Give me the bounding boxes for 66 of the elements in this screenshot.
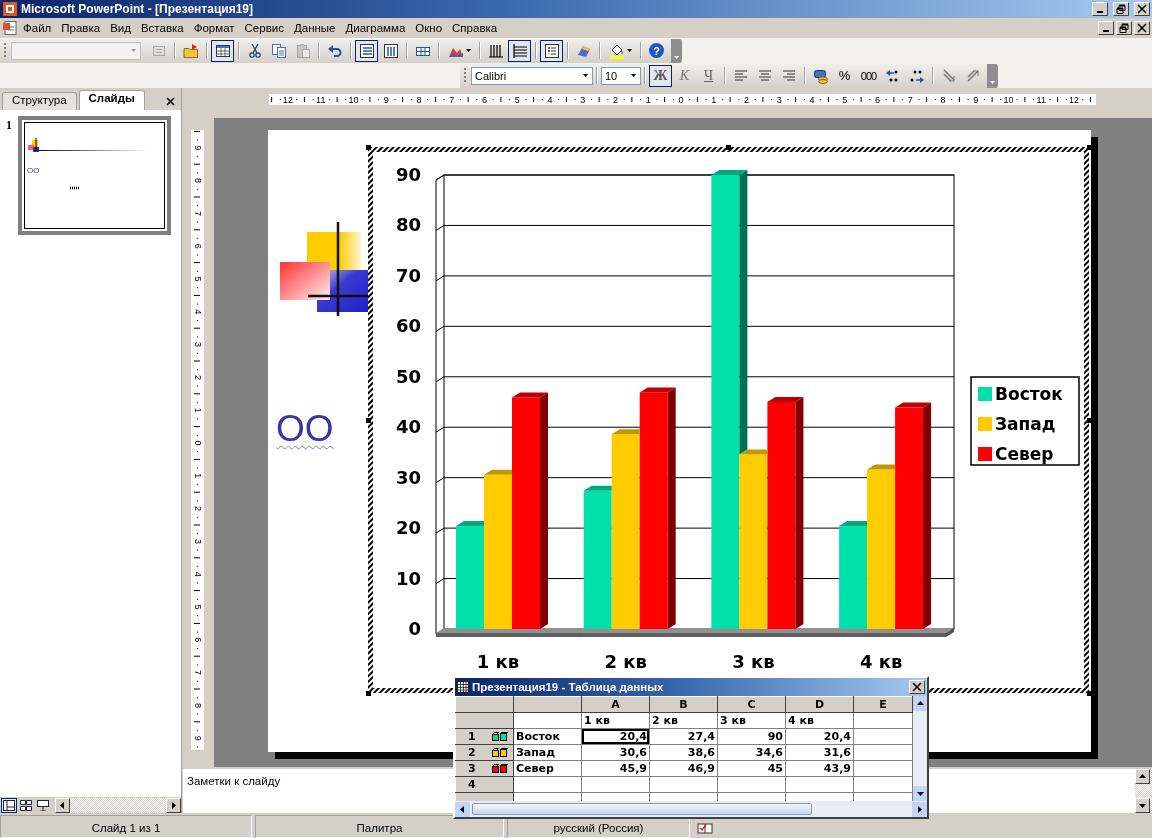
axis-label: 90 xyxy=(395,164,421,185)
ruler-number: 7 xyxy=(192,670,203,676)
axis-label: 0 xyxy=(408,618,421,639)
axis-label: 80 xyxy=(395,214,421,236)
ruler-number: 5 xyxy=(192,604,203,610)
ruler-number: 7 xyxy=(192,210,203,216)
ruler-number: 8 xyxy=(192,178,203,184)
axis-label: 40 xyxy=(395,416,421,438)
ruler-number: 6 xyxy=(482,95,487,105)
ruler-number: 1 xyxy=(192,473,203,479)
ruler-number: 6 xyxy=(192,637,203,643)
ruler-number: 5 xyxy=(842,95,848,105)
ruler-number: 8 xyxy=(192,702,203,708)
ruler-number: 9 xyxy=(192,145,203,151)
ruler-number: 5 xyxy=(192,276,203,282)
ruler-number: 8 xyxy=(940,95,946,105)
axis-label: 20 xyxy=(395,517,421,539)
axis-label: 10 xyxy=(395,567,421,589)
ruler-number: 8 xyxy=(416,95,422,105)
ruler-number: 4 xyxy=(809,95,815,105)
legend-label: Запад xyxy=(995,414,1056,434)
ruler-number: 4 xyxy=(547,95,553,105)
ruler-number: 2 xyxy=(192,506,203,512)
ruler-number: 7 xyxy=(449,95,455,105)
ruler-number: 3 xyxy=(776,95,782,105)
ruler-number: 4 xyxy=(192,571,203,577)
ruler-number: 3 xyxy=(192,538,203,544)
ruler-number: 12 xyxy=(1069,95,1079,105)
legend-label: Восток xyxy=(995,384,1063,404)
axis-label: 30 xyxy=(395,466,421,488)
ruler-number: 9 xyxy=(383,95,389,105)
ruler-number: 6 xyxy=(192,243,203,249)
ruler-number: 6 xyxy=(875,95,880,105)
axis-label: 3 кв xyxy=(732,651,775,672)
axis-label: 1 кв xyxy=(476,651,520,672)
ruler-number: 3 xyxy=(580,95,586,105)
axis-label: 2 кв xyxy=(604,651,647,672)
status-text: Слайд 1 из 1 xyxy=(0,815,252,838)
slide-text: OO xyxy=(276,410,334,447)
ruler-number: 2 xyxy=(744,95,749,105)
axis-label: 50 xyxy=(395,365,421,387)
axis-label: 4 кв xyxy=(859,651,903,672)
ruler-number: 11 xyxy=(316,95,326,105)
ruler-number: 0 xyxy=(678,95,684,105)
axis-label: 70 xyxy=(395,264,421,286)
ruler-number: 2 xyxy=(613,95,618,105)
ruler-number: 7 xyxy=(907,95,913,105)
window-title: Презентация19 - Таблица данных xyxy=(472,681,665,693)
axis-label: 60 xyxy=(395,315,421,337)
legend-label: Север xyxy=(995,444,1054,464)
ruler-number: 1 xyxy=(645,95,651,105)
ruler-number: 0 xyxy=(192,440,203,446)
ruler-number: 10 xyxy=(348,95,359,105)
window-title: Microsoft PowerPoint - [Презентация19] xyxy=(21,2,254,16)
ruler-number: 3 xyxy=(192,342,203,348)
ruler-number: 2 xyxy=(192,374,203,380)
ruler-number: 9 xyxy=(192,735,203,741)
ruler-number: 1 xyxy=(711,95,717,105)
ruler-number: 12 xyxy=(283,95,293,105)
ruler-number: 9 xyxy=(973,95,979,105)
ruler-number: 11 xyxy=(1036,95,1046,105)
ruler-number: 1 xyxy=(192,407,203,413)
ruler-number: 4 xyxy=(192,309,203,315)
ruler-number: 10 xyxy=(1003,95,1014,105)
ruler-number: 5 xyxy=(514,95,520,105)
slide-number: 1 xyxy=(6,118,12,133)
